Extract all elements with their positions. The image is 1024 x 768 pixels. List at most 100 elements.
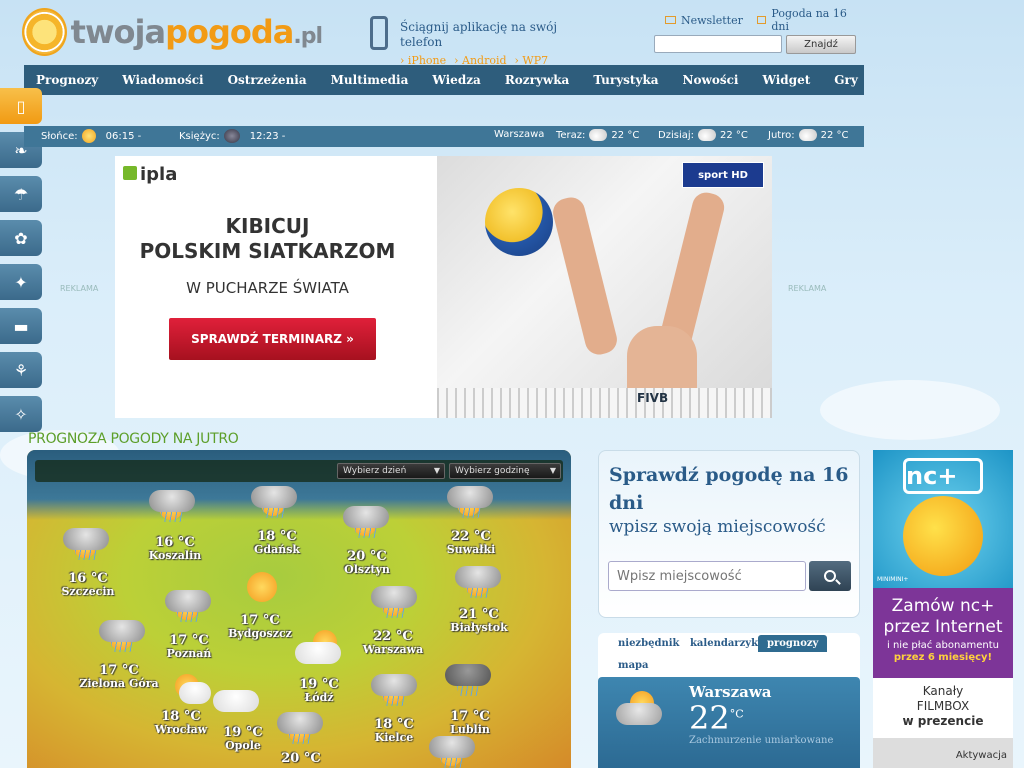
city-search-input[interactable] (608, 561, 806, 591)
city-zielona-gora[interactable]: 17 °C Zielona Góra (79, 664, 159, 690)
dark-cloud-icon (445, 664, 491, 696)
nav-item-wiedza[interactable]: Wiedza (432, 73, 480, 87)
nav-item-wiadomosci[interactable]: Wiadomości (122, 73, 203, 87)
nc-headline: Zamów nc+ przez Internet (883, 596, 1003, 637)
now-temp: 22 °C (611, 129, 640, 141)
cloud-rain-icon (429, 736, 475, 768)
telescope-icon: ✧ (14, 404, 28, 424)
ad-banner-ipla[interactable]: ipla KIBICUJ POLSKIM SIATKARZOM W PUCHARZ… (115, 156, 772, 418)
nav-item-prognozy[interactable]: Prognozy (36, 73, 98, 87)
select-hour[interactable]: Wybierz godzinę ▼ (449, 463, 561, 479)
nav-item-gry[interactable]: Gry (834, 73, 858, 87)
sidebar-driver[interactable]: ▬ (0, 308, 42, 344)
city-suwalki[interactable]: 22 °C Suwałki (441, 530, 501, 556)
sidebar-sport[interactable]: ✦ (0, 264, 42, 300)
newsletter-link[interactable]: Newsletter (681, 14, 743, 27)
city-krakow[interactable]: 20 °C (271, 752, 331, 766)
city-gdansk[interactable]: 18 °C Gdańsk (247, 530, 307, 556)
nav-item-rozrywka[interactable]: Rozrywka (505, 73, 570, 87)
weather-map[interactable]: Wybierz dzień ▼ Wybierz godzinę ▼ 16 °C Kos… (27, 450, 571, 768)
current-weather-card[interactable]: Warszawa 22°C Zachmurzenie umiarkowane (598, 677, 860, 768)
city-wroclaw[interactable]: 18 °C Wrocław (151, 710, 211, 736)
tomorrow-label: Jutro: (768, 129, 795, 141)
cloud-rain-icon (455, 566, 501, 598)
city-olsztyn[interactable]: 20 °C Olsztyn (337, 550, 397, 576)
nc-logo: nc+ (903, 458, 983, 494)
main-nav: Prognozy Wiadomości Ostrzeżenia Multimed… (24, 65, 864, 95)
cloud-rain-icon (165, 590, 211, 622)
city-lublin[interactable]: 17 °C Lublin (439, 710, 501, 736)
select-day[interactable]: Wybierz dzień ▼ (337, 463, 445, 479)
ad-cta-button[interactable]: SPRAWDŹ TERMINARZ » (169, 318, 376, 360)
cloud-sun-icon (798, 129, 817, 141)
sidebar-astro[interactable]: ✧ (0, 396, 42, 432)
city-szczecin[interactable]: 16 °C Szczecin (57, 572, 119, 598)
sun-cloud-icon (165, 668, 211, 704)
now-label: Teraz: (556, 129, 586, 141)
sun-cloud-icon (616, 691, 662, 725)
forecast-tabs-widget: niezbędnik kalendarzyk prognozy mapa War… (598, 633, 860, 768)
current-temp: 22°C (689, 699, 744, 737)
fish-mascot-icon (903, 496, 983, 576)
cloud-rain-icon (251, 486, 297, 518)
city-search-button[interactable] (809, 561, 851, 591)
phone-icon: ▯ (16, 96, 26, 116)
forecast16-link[interactable]: Pogoda na 16 dni (771, 7, 852, 33)
volleyball-photo: sport HD FIVB (437, 156, 772, 418)
tab-kalendarzyk[interactable]: kalendarzyk (690, 638, 758, 649)
search-icon (824, 570, 836, 582)
weather-info-bar: Słońce: 06:15 - Księżyc: 12:23 - Warszaw… (24, 126, 864, 147)
tab-niezbednik[interactable]: niezbędnik (618, 638, 679, 649)
sidebar-allergy[interactable]: ✿ (0, 220, 42, 256)
search-input[interactable] (654, 35, 782, 53)
info-city[interactable]: Warszawa (494, 129, 544, 140)
beach-icon: ☂ (13, 184, 29, 204)
cloud-rain-icon (371, 674, 417, 706)
app-promo-text[interactable]: Ściągnij aplikację na swój telefon (400, 20, 580, 50)
sun-logo-icon (22, 8, 67, 56)
mail-icon (665, 16, 676, 24)
site-logo[interactable]: twojapogoda.pl (22, 6, 323, 58)
cloud-rain-icon (277, 712, 323, 744)
cloud-rain-icon (343, 506, 389, 538)
cloud-rain-icon (447, 486, 493, 518)
sidebar-beach[interactable]: ☂ (0, 176, 42, 212)
logo-text: .pl (293, 24, 323, 49)
search-button[interactable]: Znajdź (786, 35, 856, 54)
city-koszalin[interactable]: 16 °C Koszalin (145, 536, 205, 562)
forecast16-title: Sprawdź pogodę na 16 dni (609, 464, 849, 514)
sidebar-agro[interactable]: ⚘ (0, 352, 42, 388)
city-lodz[interactable]: 19 °C Łódź (289, 678, 349, 704)
current-desc: Zachmurzenie umiarkowane (689, 735, 834, 746)
tab-mapa[interactable]: mapa (618, 660, 649, 671)
city-bialystok[interactable]: 21 °C Białystok (447, 608, 511, 634)
white-cloud-icon (213, 684, 259, 716)
cloud-rain-icon (99, 620, 145, 652)
sun-icon (239, 570, 285, 602)
cloud-rain-icon (149, 490, 195, 522)
sidebar-phone[interactable]: ▯ (0, 88, 42, 124)
tomorrow-temp: 22 °C (820, 129, 849, 141)
moon-label: Księżyc: (179, 130, 220, 142)
nav-item-widget[interactable]: Widget (762, 73, 810, 87)
nav-item-multimedia[interactable]: Multimedia (331, 73, 409, 87)
dropdown-arrow-icon: ▼ (433, 466, 440, 475)
car-icon: ▬ (13, 316, 29, 336)
nav-item-turystyka[interactable]: Turystyka (593, 73, 658, 87)
tab-prognozy[interactable]: prognozy (758, 635, 828, 652)
city-bydgoszcz[interactable]: 17 °C Bydgoszcz (223, 614, 297, 640)
city-kielce[interactable]: 18 °C Kielce (363, 718, 425, 744)
nav-item-ostrzezenia[interactable]: Ostrzeżenia (228, 73, 307, 87)
nav-item-nowosci[interactable]: Nowości (683, 73, 739, 87)
city-opole[interactable]: 19 °C Opole (213, 726, 273, 752)
phone-icon[interactable] (370, 16, 388, 50)
sunrise-time: 06:15 - (105, 130, 142, 142)
logo-text: twoja (70, 13, 166, 51)
forecast16-panel: Sprawdź pogodę na 16 dni wpisz swoją mie… (598, 450, 860, 618)
fivb-logo: FIVB (637, 391, 669, 405)
ad-banner-nc[interactable]: nc+ MINIMINI+ Zamów nc+ przez Internet i … (873, 450, 1013, 768)
city-warszawa[interactable]: 22 °C Warszawa (361, 630, 425, 656)
city-poznan[interactable]: 17 °C Poznań (159, 634, 219, 660)
today-temp: 22 °C (720, 129, 748, 141)
logo-text: pogoda (165, 13, 294, 51)
